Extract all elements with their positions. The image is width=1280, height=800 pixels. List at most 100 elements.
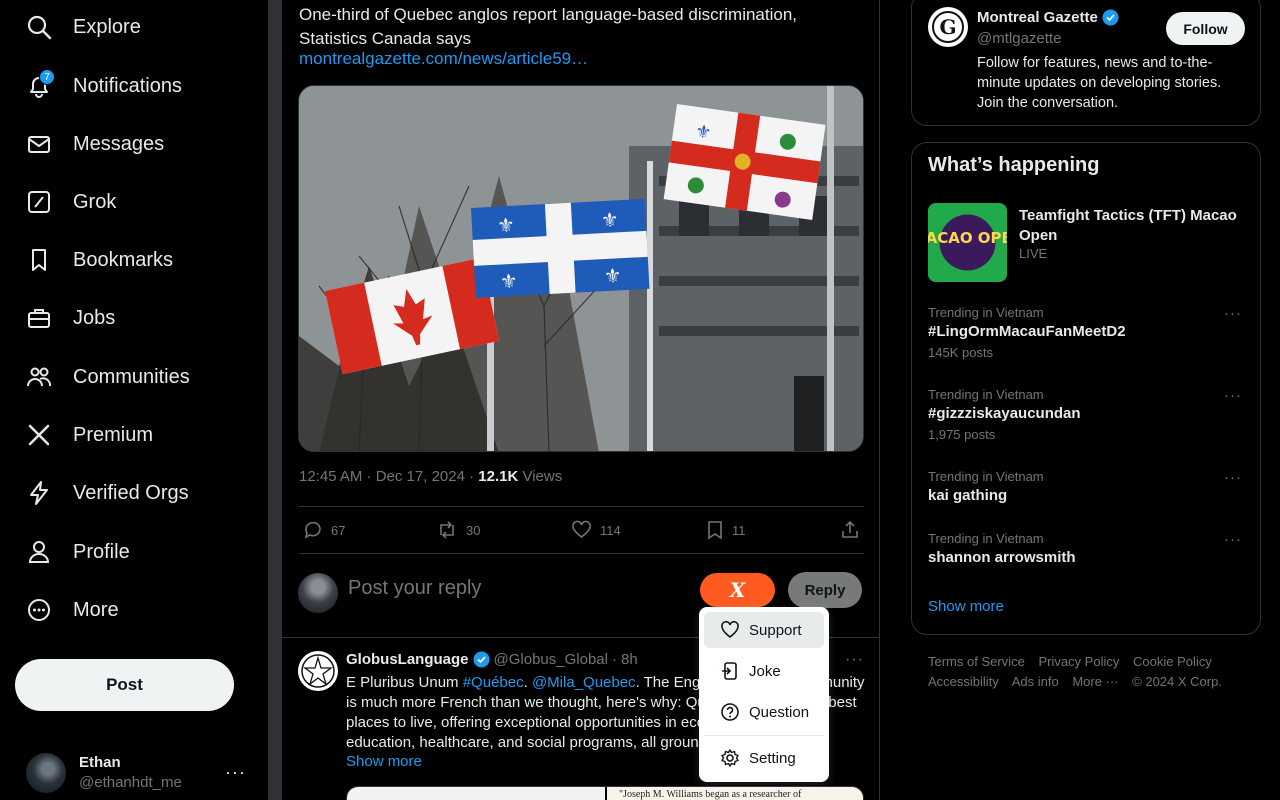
like-count: 114 bbox=[600, 522, 621, 538]
nav-item-jobs[interactable]: Jobs bbox=[26, 298, 115, 338]
x-dropdown-menu: Support Joke Question Setting bbox=[699, 607, 829, 782]
repost-icon bbox=[436, 520, 458, 540]
svg-text:⚜: ⚜ bbox=[694, 121, 713, 144]
footer-link-privacy[interactable]: Privacy Policy bbox=[1038, 654, 1119, 669]
menu-divider bbox=[704, 735, 824, 736]
trend-item[interactable]: Trending in Vietnam kai gathing ··· bbox=[928, 469, 1248, 504]
hashtag-link[interactable]: #Québec bbox=[463, 674, 524, 691]
scrollbar[interactable] bbox=[268, 0, 282, 800]
nav-item-verified-orgs[interactable]: Verified Orgs bbox=[26, 473, 189, 513]
nav-item-explore[interactable]: Explore bbox=[26, 7, 141, 47]
nav-item-profile[interactable]: Profile bbox=[26, 532, 130, 572]
more-dots-icon[interactable]: ··· bbox=[1224, 305, 1242, 322]
views-label: Views bbox=[522, 468, 563, 485]
mention-link[interactable]: @Mila_Quebec bbox=[532, 674, 636, 691]
nav-item-messages[interactable]: Messages bbox=[26, 124, 164, 164]
tweet-image[interactable]: ⚜ ⚜ ⚜ ⚜ ⚜ bbox=[298, 85, 864, 452]
nav-item-more[interactable]: More bbox=[26, 590, 119, 630]
reply-input[interactable]: Post your reply bbox=[348, 577, 481, 600]
nav-item-communities[interactable]: Communities bbox=[26, 357, 190, 397]
reply-media[interactable]: "Joseph M. Williams began as a researche… bbox=[346, 786, 864, 800]
trend-count: 145K posts bbox=[928, 345, 994, 360]
gear-icon bbox=[720, 748, 740, 768]
trend-title: #LingOrmMacauFanMeetD2 bbox=[928, 323, 1126, 340]
more-dots-icon[interactable]: ··· bbox=[1224, 531, 1242, 548]
trend-item[interactable]: Trending in Vietnam #gizzziskayaucundan … bbox=[928, 387, 1248, 442]
more-dots-icon[interactable]: ··· bbox=[845, 651, 864, 669]
x-menu-button[interactable]: X bbox=[700, 573, 775, 607]
reply-button[interactable]: Reply bbox=[788, 572, 862, 608]
gazette-logo-icon[interactable]: G bbox=[928, 7, 968, 47]
nav-item-premium[interactable]: Premium bbox=[26, 415, 153, 455]
nav-item-grok[interactable]: Grok bbox=[26, 182, 116, 222]
nav-label: Premium bbox=[73, 423, 154, 446]
account-handle: @ethanhdt_me bbox=[79, 774, 182, 791]
panel-title: What’s happening bbox=[928, 154, 1100, 176]
footer-link-terms[interactable]: Terms of Service bbox=[928, 654, 1025, 669]
repost-action[interactable]: 30 bbox=[436, 518, 480, 542]
menu-item-question[interactable]: Question bbox=[704, 694, 824, 730]
follow-button[interactable]: Follow bbox=[1166, 12, 1245, 45]
footer-link-accessibility[interactable]: Accessibility bbox=[928, 674, 999, 689]
notification-badge: 7 bbox=[39, 69, 55, 85]
like-action[interactable]: 114 bbox=[571, 518, 621, 542]
event-image[interactable]: MACAO OPEN bbox=[928, 203, 1007, 282]
nav-label: Profile bbox=[73, 540, 130, 563]
profile-handle[interactable]: @mtlgazette bbox=[977, 30, 1061, 47]
nav-item-notifications[interactable]: 7 Notifications bbox=[26, 66, 182, 106]
reply-image[interactable] bbox=[347, 787, 605, 800]
share-icon bbox=[840, 520, 860, 540]
tweet-timestamp: 12:45 AM · Dec 17, 2024 · 12.1K Views bbox=[299, 468, 563, 485]
search-icon bbox=[26, 14, 52, 40]
tweet-link[interactable]: montrealgazette.com/news/article59… bbox=[299, 49, 588, 69]
nav-label: Communities bbox=[73, 365, 190, 388]
reply-action[interactable]: 67 bbox=[303, 518, 345, 542]
divider bbox=[299, 553, 864, 554]
more-dots-icon[interactable]: ··· bbox=[225, 762, 246, 783]
person-icon bbox=[26, 539, 52, 565]
reply-author-name[interactable]: GlobusLanguage bbox=[346, 651, 469, 668]
show-more-link[interactable]: Show more bbox=[928, 598, 1004, 615]
avatar bbox=[298, 573, 338, 613]
nav-label: Bookmarks bbox=[73, 248, 174, 271]
tweet-text: One-third of Quebec anglos report langua… bbox=[299, 5, 798, 48]
menu-label: Joke bbox=[749, 662, 781, 680]
trend-count: 1,975 posts bbox=[928, 427, 996, 442]
repost-count: 30 bbox=[466, 522, 481, 538]
people-icon bbox=[26, 364, 52, 390]
share-action[interactable] bbox=[840, 518, 860, 542]
footer-link-cookies[interactable]: Cookie Policy bbox=[1133, 654, 1212, 669]
bookmark-icon bbox=[26, 247, 52, 273]
trend-context: Trending in Vietnam bbox=[928, 531, 1044, 546]
reply-text-part: E Pluribus Unum bbox=[346, 674, 463, 691]
show-more-link[interactable]: Show more bbox=[346, 753, 422, 770]
nav-item-bookmarks[interactable]: Bookmarks bbox=[26, 240, 173, 280]
copyright: © 2024 X Corp. bbox=[1132, 674, 1222, 689]
bookmark-icon bbox=[706, 520, 724, 540]
menu-item-joke[interactable]: Joke bbox=[704, 653, 824, 689]
menu-label: Setting bbox=[749, 749, 796, 767]
trend-context: Trending in Vietnam bbox=[928, 469, 1044, 484]
reply-count: 67 bbox=[331, 522, 346, 538]
views-count: 12.1K bbox=[478, 468, 519, 485]
briefcase-icon bbox=[26, 305, 52, 331]
trend-context: Trending in Vietnam bbox=[928, 305, 1044, 320]
more-dots-icon[interactable]: ··· bbox=[1224, 469, 1242, 486]
menu-item-setting[interactable]: Setting bbox=[704, 740, 824, 776]
reply-author-handle[interactable]: @Globus_Global bbox=[494, 651, 608, 668]
post-button[interactable]: Post bbox=[15, 659, 234, 711]
trend-item[interactable]: Trending in Vietnam shannon arrowsmith ·… bbox=[928, 531, 1248, 566]
quebec-flag: ⚜ ⚜ ⚜ ⚜ bbox=[470, 198, 650, 298]
footer-link-more[interactable]: More ··· bbox=[1072, 674, 1118, 689]
bookmark-action[interactable]: 11 bbox=[706, 518, 746, 542]
more-dots-icon[interactable]: ··· bbox=[1224, 387, 1242, 404]
event-title[interactable]: Teamfight Tactics (TFT) Macao Open bbox=[1019, 206, 1249, 246]
avatar[interactable] bbox=[298, 651, 338, 691]
envelope-icon bbox=[26, 131, 52, 157]
trend-item[interactable]: Trending in Vietnam #LingOrmMacauFanMeet… bbox=[928, 305, 1248, 360]
menu-item-support[interactable]: Support bbox=[704, 612, 824, 648]
account-switcher[interactable]: Ethan @ethanhdt_me ··· bbox=[26, 752, 256, 794]
footer-link-ads-info[interactable]: Ads info bbox=[1012, 674, 1059, 689]
profile-name[interactable]: Montreal Gazette bbox=[977, 9, 1119, 26]
reply-quote-image[interactable]: "Joseph M. Williams began as a researche… bbox=[607, 787, 863, 800]
